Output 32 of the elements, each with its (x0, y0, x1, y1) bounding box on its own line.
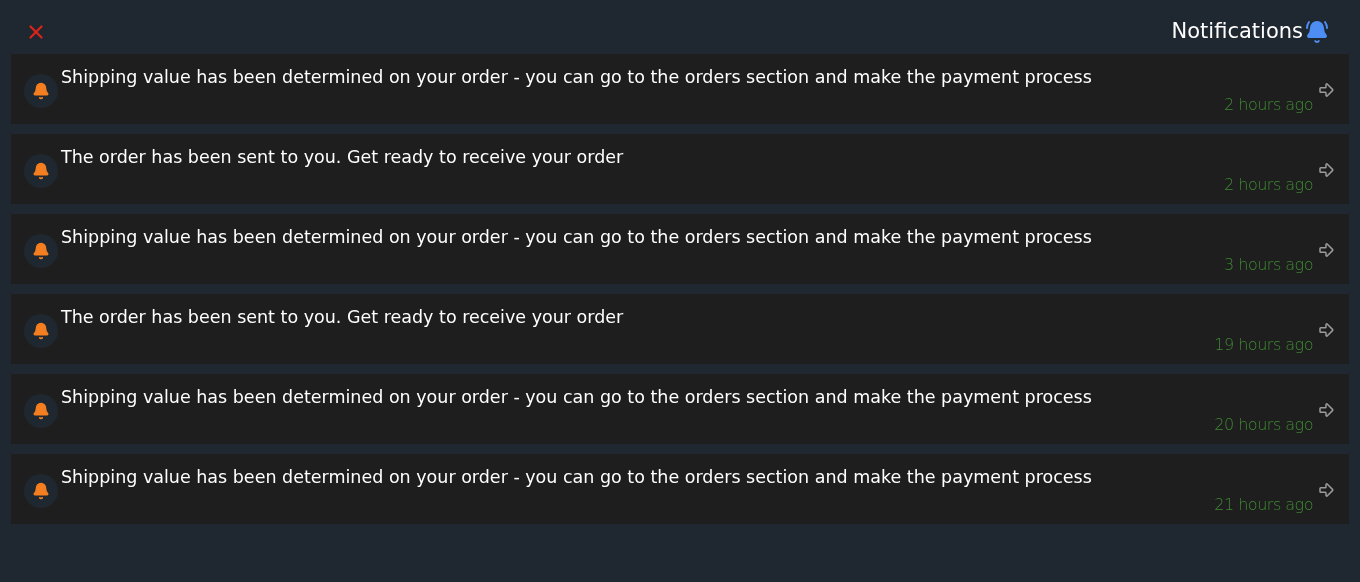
arrow-right-icon[interactable] (1317, 481, 1335, 499)
notification-card[interactable]: The order has been sent to you. Get ready to receive your order 19 hours ago (11, 294, 1349, 364)
bell-icon (32, 162, 50, 180)
notification-message: The order has been sent to you. Get ready to receive your order (61, 306, 625, 328)
arrow-right-icon[interactable] (1317, 81, 1335, 99)
notification-time: 20 hours ago (1214, 414, 1313, 436)
notifications-title: Notifications (1171, 18, 1303, 46)
notification-time: 21 hours ago (1214, 494, 1313, 516)
notification-message: Shipping value has been determined on your order - you can go to the orders section and make the payment process (61, 226, 1093, 248)
notification-card[interactable]: Shipping value has been determined on your order - you can go to the orders section and make the payment process 21 hours ago (11, 454, 1349, 524)
arrow-right-icon[interactable] (1317, 321, 1335, 339)
notification-message: Shipping value has been determined on your order - you can go to the orders section and make the payment process (61, 466, 1093, 488)
notification-card[interactable]: Shipping value has been determined on your order - you can go to the orders section and make the payment process 20 hours ago (11, 374, 1349, 444)
bell-icon (32, 242, 50, 260)
notification-card[interactable]: Shipping value has been determined on your order - you can go to the orders section and make the payment process 2 hours ago (11, 54, 1349, 124)
arrow-right-icon[interactable] (1317, 241, 1335, 259)
bell-icon (32, 482, 50, 500)
notification-message: The order has been sent to you. Get ready to receive your order (61, 146, 625, 168)
notification-message: Shipping value has been determined on your order - you can go to the orders section and make the payment process (61, 66, 1093, 88)
notification-time: 2 hours ago (1223, 174, 1313, 196)
bell-icon (32, 82, 50, 100)
notification-message: Shipping value has been determined on your order - you can go to the orders section and make the payment process (61, 386, 1093, 408)
bell-icon (1305, 20, 1329, 44)
arrow-right-icon[interactable] (1317, 401, 1335, 419)
notification-time: 2 hours ago (1223, 94, 1313, 116)
bell-icon (32, 402, 50, 420)
notification-card[interactable]: Shipping value has been determined on your order - you can go to the orders section and make the payment process 3 hours ago (11, 214, 1349, 284)
notification-time: 19 hours ago (1214, 334, 1313, 356)
notification-card[interactable]: The order has been sent to you. Get ready to receive your order 2 hours ago (11, 134, 1349, 204)
arrow-right-icon[interactable] (1317, 161, 1335, 179)
notification-time: 3 hours ago (1223, 254, 1313, 276)
bell-icon (32, 322, 50, 340)
